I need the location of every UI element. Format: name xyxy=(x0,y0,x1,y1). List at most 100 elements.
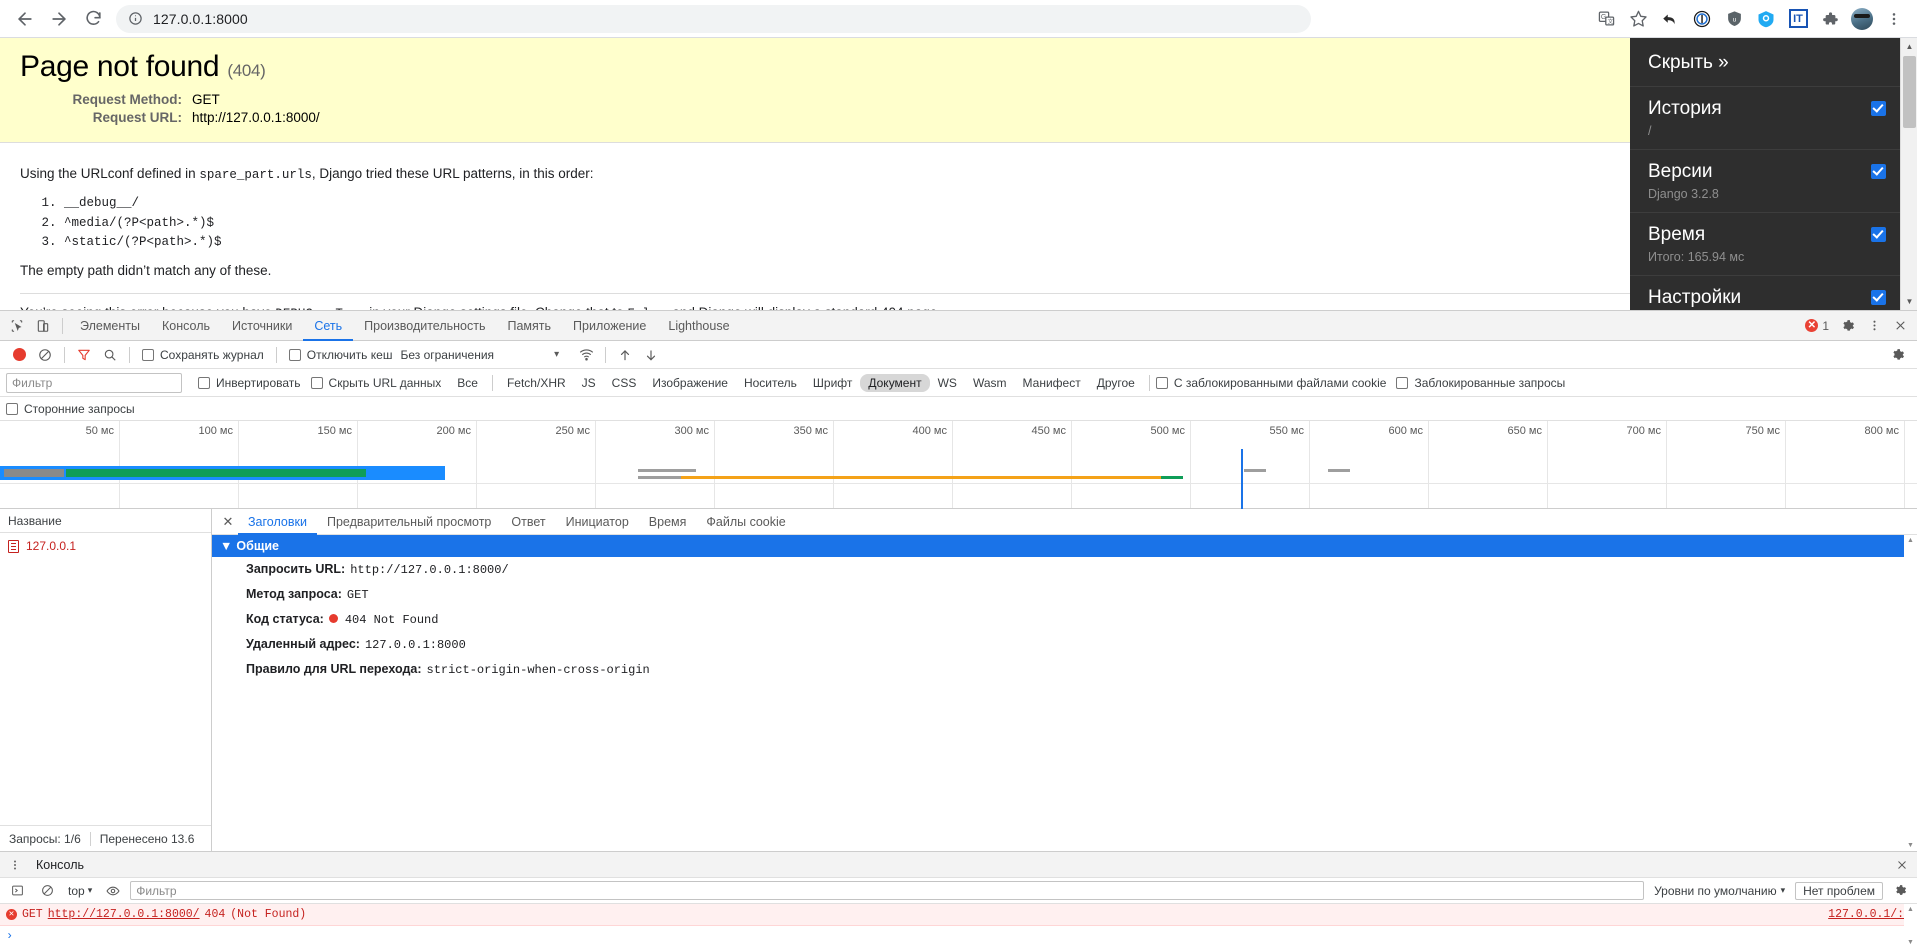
checkbox-box[interactable] xyxy=(288,348,301,361)
blocked-requests-checkbox[interactable]: Заблокированные запросы xyxy=(1396,376,1565,390)
close-detail-icon[interactable]: ✕ xyxy=(218,512,238,532)
console-error-url[interactable]: http://127.0.0.1:8000/ xyxy=(48,908,200,921)
blocked-cookies-checkbox[interactable]: С заблокированными файлами cookie xyxy=(1155,376,1386,390)
console-filter-input[interactable] xyxy=(130,881,1645,900)
tab-initiator[interactable]: Инициатор xyxy=(556,509,639,535)
type-chip-manifest[interactable]: Манифест xyxy=(1015,374,1089,392)
console-error-source-link[interactable]: 127.0.0.1/:1 xyxy=(1828,908,1911,921)
extension-eye-icon[interactable] xyxy=(1751,4,1781,34)
no-issues-button[interactable]: Нет проблем xyxy=(1795,881,1883,900)
kebab-menu-icon[interactable] xyxy=(1861,313,1887,339)
inspect-element-icon[interactable] xyxy=(4,313,30,339)
djdt-panel-history[interactable]: История / xyxy=(1630,87,1900,150)
type-chip-doc[interactable]: Документ xyxy=(860,373,930,392)
type-chip-media[interactable]: Носитель xyxy=(736,374,805,392)
bookmark-star-icon[interactable] xyxy=(1623,4,1653,34)
close-icon[interactable] xyxy=(1887,313,1913,339)
tab-elements[interactable]: Элементы xyxy=(69,311,151,341)
djdt-checkbox-settings[interactable] xyxy=(1871,290,1886,305)
type-chip-ws[interactable]: WS xyxy=(930,374,965,392)
scroll-down-arrow-icon[interactable]: ▼ xyxy=(1907,842,1914,849)
export-har-icon[interactable] xyxy=(638,342,664,368)
tab-lighthouse[interactable]: Lighthouse xyxy=(657,311,740,341)
tab-timing[interactable]: Время xyxy=(639,509,697,535)
tab-network[interactable]: Сеть xyxy=(303,311,353,341)
chrome-menu-kebab-icon[interactable] xyxy=(1879,4,1909,34)
tab-performance[interactable]: Производительность xyxy=(353,311,496,341)
scroll-down-arrow-icon[interactable]: ▼ xyxy=(1901,293,1917,310)
type-chip-other[interactable]: Другое xyxy=(1089,374,1143,392)
clear-network-log-icon[interactable] xyxy=(32,342,58,368)
device-toolbar-icon[interactable] xyxy=(30,313,56,339)
info-circle-icon[interactable] xyxy=(128,11,143,26)
type-chip-all[interactable]: Все xyxy=(449,374,486,392)
console-error-row[interactable]: ✕ GET http://127.0.0.1:8000/ 404 (Not Fo… xyxy=(0,904,1917,926)
console-levels-select[interactable]: Уровни по умолчанию ▾ xyxy=(1648,884,1791,898)
hide-data-urls-checkbox[interactable]: Скрыть URL данных xyxy=(310,376,441,390)
throttling-select-value[interactable]: Без ограничения xyxy=(400,348,494,362)
checkbox-box[interactable] xyxy=(310,376,323,389)
type-chip-image[interactable]: Изображение xyxy=(644,374,736,392)
extensions-puzzle-icon[interactable] xyxy=(1815,4,1845,34)
tab-cookies[interactable]: Файлы cookie xyxy=(696,509,795,535)
checkbox-box[interactable] xyxy=(6,402,18,415)
djdt-panel-settings[interactable]: Настройки xyxy=(1630,276,1900,310)
table-row[interactable]: 127.0.0.1 xyxy=(0,533,211,559)
page-scrollbar[interactable]: ▲ ▼ xyxy=(1900,38,1917,310)
scroll-up-arrow-icon[interactable]: ▲ xyxy=(1901,38,1917,55)
gear-icon[interactable] xyxy=(1835,313,1861,339)
preserve-log-checkbox[interactable]: Сохранять журнал xyxy=(142,348,264,362)
type-chip-css[interactable]: CSS xyxy=(604,374,645,392)
tab-response[interactable]: Ответ xyxy=(501,509,555,535)
checkbox-box[interactable] xyxy=(142,348,154,361)
network-settings-gear-icon[interactable] xyxy=(1885,342,1911,368)
console-context-select[interactable]: top ▾ xyxy=(64,884,96,898)
network-conditions-icon[interactable] xyxy=(573,342,599,368)
network-overview-timeline[interactable]: 50 мс 100 мс 150 мс 200 мс 250 мс 300 мс 350 м… xyxy=(0,421,1917,509)
djdt-panel-versions[interactable]: Версии Django 3.2.8 xyxy=(1630,150,1900,213)
tab-memory[interactable]: Память xyxy=(497,311,563,341)
extension-onepassword-icon[interactable] xyxy=(1687,4,1717,34)
import-har-icon[interactable] xyxy=(612,342,638,368)
tab-headers[interactable]: Заголовки xyxy=(238,509,317,535)
console-scrollbar[interactable]: ▲ ▼ xyxy=(1904,904,1917,948)
tab-preview[interactable]: Предварительный просмотр xyxy=(317,509,501,535)
djdt-panel-time[interactable]: Время Итого: 165.94 мс xyxy=(1630,213,1900,276)
request-list-column-header[interactable]: Название xyxy=(0,509,211,533)
back-arrow-icon[interactable] xyxy=(8,2,42,36)
chevron-down-icon[interactable]: ▾ xyxy=(554,349,559,360)
translate-icon[interactable]: G文 xyxy=(1591,4,1621,34)
disable-cache-checkbox[interactable]: Отключить кеш xyxy=(288,348,392,362)
type-chip-font[interactable]: Шрифт xyxy=(805,374,860,392)
search-icon[interactable] xyxy=(97,342,123,368)
clear-console-icon[interactable] xyxy=(34,878,60,904)
invert-checkbox[interactable]: Инвертировать xyxy=(198,376,301,390)
forward-arrow-icon[interactable] xyxy=(42,2,76,36)
detail-scrollbar[interactable]: ▲ ▼ xyxy=(1904,535,1917,851)
general-section-header[interactable]: ▼ Общие xyxy=(212,535,1917,557)
drawer-close-icon[interactable] xyxy=(1891,854,1913,876)
live-expression-icon[interactable] xyxy=(100,878,126,904)
djdt-hide-button[interactable]: Скрыть » xyxy=(1630,38,1900,87)
extension-undo-icon[interactable] xyxy=(1655,4,1685,34)
type-chip-wasm[interactable]: Wasm xyxy=(965,374,1015,392)
scroll-up-arrow-icon[interactable]: ▲ xyxy=(1907,906,1914,913)
scrollbar-thumb[interactable] xyxy=(1903,56,1916,128)
scroll-up-arrow-icon[interactable]: ▲ xyxy=(1907,537,1914,544)
drawer-tab-console[interactable]: Консоль xyxy=(26,852,94,878)
tab-application[interactable]: Приложение xyxy=(562,311,657,341)
extension-it-icon[interactable]: IT xyxy=(1783,4,1813,34)
drawer-menu-icon[interactable] xyxy=(4,854,26,876)
address-bar[interactable]: 127.0.0.1:8000 xyxy=(116,4,1311,33)
extension-ublock-icon[interactable]: u xyxy=(1719,4,1749,34)
record-button-icon[interactable] xyxy=(6,342,32,368)
reload-icon[interactable] xyxy=(76,2,110,36)
checkbox-box[interactable] xyxy=(1396,376,1409,389)
avatar[interactable] xyxy=(1847,4,1877,34)
scroll-down-arrow-icon[interactable]: ▼ xyxy=(1907,939,1914,946)
collapse-caret-icon[interactable]: ▼ xyxy=(220,539,232,553)
tab-console[interactable]: Консоль xyxy=(151,311,221,341)
checkbox-box[interactable] xyxy=(198,376,210,389)
type-chip-js[interactable]: JS xyxy=(574,374,604,392)
djdt-checkbox-history[interactable] xyxy=(1871,101,1886,116)
